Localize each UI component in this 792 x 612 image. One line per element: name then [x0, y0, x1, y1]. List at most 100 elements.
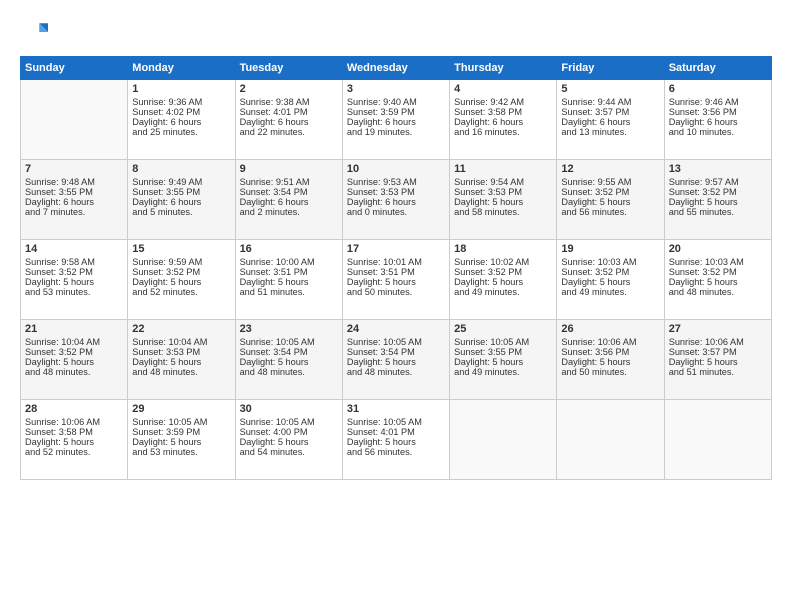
day-info-line: Sunrise: 9:57 AM: [669, 177, 767, 187]
day-info-line: and 56 minutes.: [347, 447, 445, 457]
day-info-line: Sunrise: 9:42 AM: [454, 97, 552, 107]
day-cell: 16Sunrise: 10:00 AMSunset: 3:51 PMDaylig…: [235, 240, 342, 320]
day-info-line: and 22 minutes.: [240, 127, 338, 137]
day-info-line: Daylight: 6 hours: [454, 117, 552, 127]
day-info-line: Sunrise: 9:51 AM: [240, 177, 338, 187]
day-info-line: Sunset: 3:51 PM: [347, 267, 445, 277]
day-info-line: Daylight: 6 hours: [669, 117, 767, 127]
day-cell: 15Sunrise: 9:59 AMSunset: 3:52 PMDayligh…: [128, 240, 235, 320]
day-info-line: and 58 minutes.: [454, 207, 552, 217]
day-info-line: Daylight: 6 hours: [240, 197, 338, 207]
day-info-line: Sunset: 3:57 PM: [561, 107, 659, 117]
day-cell: 12Sunrise: 9:55 AMSunset: 3:52 PMDayligh…: [557, 160, 664, 240]
day-cell: 20Sunrise: 10:03 AMSunset: 3:52 PMDaylig…: [664, 240, 771, 320]
day-info-line: Sunset: 3:53 PM: [454, 187, 552, 197]
day-number: 3: [347, 83, 445, 95]
day-info-line: Sunset: 3:55 PM: [454, 347, 552, 357]
day-info-line: Daylight: 5 hours: [25, 277, 123, 287]
day-info-line: Sunset: 3:59 PM: [132, 427, 230, 437]
day-number: 5: [561, 83, 659, 95]
day-info-line: Daylight: 5 hours: [561, 197, 659, 207]
day-info-line: and 5 minutes.: [132, 207, 230, 217]
day-info-line: Sunrise: 10:05 AM: [347, 417, 445, 427]
day-info-line: and 56 minutes.: [561, 207, 659, 217]
day-info-line: Daylight: 5 hours: [132, 437, 230, 447]
day-info-line: Sunset: 3:52 PM: [669, 187, 767, 197]
day-number: 18: [454, 243, 552, 255]
day-info-line: Sunrise: 10:05 AM: [240, 417, 338, 427]
day-info-line: Sunset: 3:54 PM: [240, 347, 338, 357]
day-info-line: Sunset: 3:52 PM: [561, 267, 659, 277]
day-cell: 13Sunrise: 9:57 AMSunset: 3:52 PMDayligh…: [664, 160, 771, 240]
day-info-line: and 13 minutes.: [561, 127, 659, 137]
day-info-line: and 50 minutes.: [347, 287, 445, 297]
day-info-line: Sunrise: 9:44 AM: [561, 97, 659, 107]
day-cell: [450, 400, 557, 480]
day-cell: 11Sunrise: 9:54 AMSunset: 3:53 PMDayligh…: [450, 160, 557, 240]
day-info-line: Daylight: 5 hours: [240, 437, 338, 447]
day-info-line: Sunrise: 9:54 AM: [454, 177, 552, 187]
day-info-line: Daylight: 6 hours: [240, 117, 338, 127]
day-info-line: and 25 minutes.: [132, 127, 230, 137]
calendar-table: SundayMondayTuesdayWednesdayThursdayFrid…: [20, 56, 772, 480]
day-info-line: and 51 minutes.: [669, 367, 767, 377]
day-number: 15: [132, 243, 230, 255]
day-info-line: Sunrise: 10:06 AM: [561, 337, 659, 347]
day-info-line: Daylight: 5 hours: [240, 277, 338, 287]
day-cell: 10Sunrise: 9:53 AMSunset: 3:53 PMDayligh…: [342, 160, 449, 240]
day-info-line: Sunset: 4:00 PM: [240, 427, 338, 437]
day-info-line: Sunrise: 10:06 AM: [25, 417, 123, 427]
day-info-line: Daylight: 6 hours: [561, 117, 659, 127]
day-info-line: Daylight: 5 hours: [561, 357, 659, 367]
day-number: 7: [25, 163, 123, 175]
day-number: 21: [25, 323, 123, 335]
day-info-line: Sunrise: 10:05 AM: [347, 337, 445, 347]
day-info-line: Daylight: 5 hours: [25, 437, 123, 447]
week-row-4: 28Sunrise: 10:06 AMSunset: 3:58 PMDaylig…: [21, 400, 772, 480]
day-info-line: Sunset: 4:02 PM: [132, 107, 230, 117]
day-info-line: Daylight: 6 hours: [25, 197, 123, 207]
day-info-line: and 53 minutes.: [25, 287, 123, 297]
day-info-line: Sunset: 3:52 PM: [454, 267, 552, 277]
logo: [20, 18, 52, 46]
day-number: 22: [132, 323, 230, 335]
day-info-line: Sunset: 3:55 PM: [25, 187, 123, 197]
header-cell-thursday: Thursday: [450, 57, 557, 80]
day-info-line: Sunrise: 9:58 AM: [25, 257, 123, 267]
day-number: 11: [454, 163, 552, 175]
day-cell: 30 Sunrise: 10:05 AMSunset: 4:00 PMDaylig…: [235, 400, 342, 480]
day-number: 28: [25, 403, 123, 415]
day-info-line: Daylight: 5 hours: [132, 277, 230, 287]
day-info-line: Sunset: 3:52 PM: [669, 267, 767, 277]
day-info-line: and 19 minutes.: [347, 127, 445, 137]
day-info-line: Sunset: 3:55 PM: [132, 187, 230, 197]
day-number: 6: [669, 83, 767, 95]
day-info-line: Sunset: 3:52 PM: [561, 187, 659, 197]
day-info-line: Sunset: 3:52 PM: [132, 267, 230, 277]
day-cell: 22Sunrise: 10:04 AMSunset: 3:53 PMDaylig…: [128, 320, 235, 400]
day-info-line: Sunrise: 10:04 AM: [25, 337, 123, 347]
page: SundayMondayTuesdayWednesdayThursdayFrid…: [0, 0, 792, 612]
day-cell: 6Sunrise: 9:46 AMSunset: 3:56 PMDaylight…: [664, 80, 771, 160]
day-cell: 27Sunrise: 10:06 AMSunset: 3:57 PMDaylig…: [664, 320, 771, 400]
day-info-line: Daylight: 5 hours: [454, 357, 552, 367]
day-number: 19: [561, 243, 659, 255]
day-number: 31: [347, 403, 445, 415]
week-row-3: 21Sunrise: 10:04 AMSunset: 3:52 PMDaylig…: [21, 320, 772, 400]
day-cell: [557, 400, 664, 480]
day-info-line: and 49 minutes.: [454, 287, 552, 297]
day-cell: 19Sunrise: 10:03 AMSunset: 3:52 PMDaylig…: [557, 240, 664, 320]
header: [20, 18, 772, 46]
header-cell-sunday: Sunday: [21, 57, 128, 80]
day-number: 14: [25, 243, 123, 255]
day-cell: 18Sunrise: 10:02 AMSunset: 3:52 PMDaylig…: [450, 240, 557, 320]
day-number: 30: [240, 403, 338, 415]
day-info-line: Sunrise: 9:53 AM: [347, 177, 445, 187]
day-cell: 8Sunrise: 9:49 AMSunset: 3:55 PMDaylight…: [128, 160, 235, 240]
day-info-line: Sunrise: 10:03 AM: [561, 257, 659, 267]
day-cell: 25Sunrise: 10:05 AMSunset: 3:55 PMDaylig…: [450, 320, 557, 400]
day-cell: 9Sunrise: 9:51 AMSunset: 3:54 PMDaylight…: [235, 160, 342, 240]
logo-icon: [20, 18, 48, 46]
day-info-line: Sunset: 3:53 PM: [132, 347, 230, 357]
day-info-line: Sunset: 3:58 PM: [454, 107, 552, 117]
